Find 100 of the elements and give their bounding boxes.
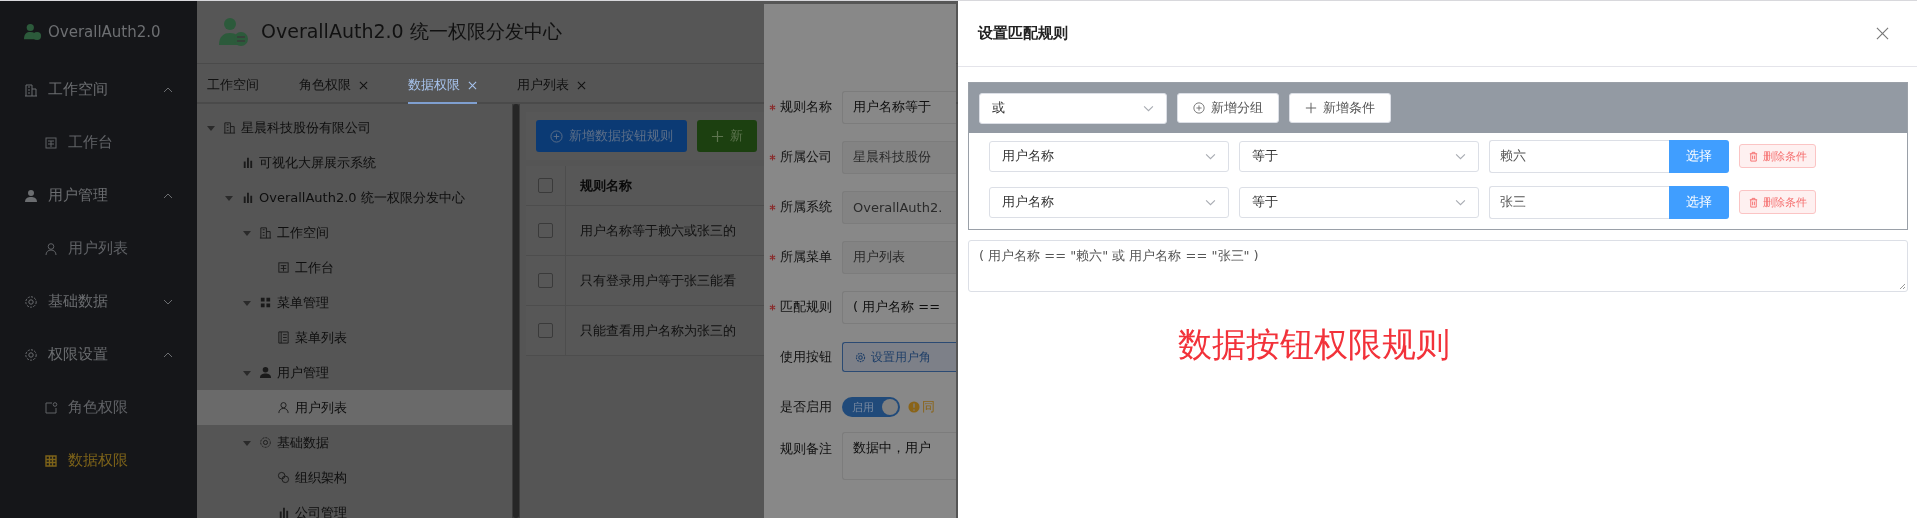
select-button[interactable]: 选择 — [1669, 185, 1729, 219]
checkbox[interactable] — [538, 323, 553, 338]
field-select[interactable]: 用户名称 — [989, 140, 1229, 172]
tree-node[interactable]: 用户管理 — [197, 355, 512, 390]
tree-node[interactable]: 公司管理 — [197, 495, 512, 518]
tree-node[interactable]: 星晨科技股份有限公司 — [197, 110, 512, 145]
delete-condition-button[interactable]: 删除条件 — [1739, 144, 1816, 168]
menu-item[interactable]: 工作台 — [0, 116, 197, 169]
resize-grip-icon[interactable] — [1898, 282, 1906, 290]
value-input[interactable]: 赖六 — [1489, 139, 1669, 173]
gear-icon — [259, 436, 272, 449]
menu-group[interactable]: 工作空间 — [0, 63, 197, 116]
plus-circle-icon — [550, 129, 563, 143]
chart-icon — [277, 506, 290, 518]
column-header: 规则名称 — [579, 176, 632, 195]
operator-select[interactable]: 等于 — [1239, 140, 1479, 172]
toolbar-button[interactable]: 新增数据按钮规则 — [536, 120, 687, 152]
caret-icon — [207, 123, 215, 132]
operator-select[interactable]: 等于 — [1239, 186, 1479, 218]
plus-icon — [711, 129, 724, 143]
checkbox[interactable] — [538, 273, 553, 288]
asterisk-icon — [769, 203, 776, 211]
person-icon — [259, 366, 272, 379]
field-select[interactable]: 用户名称 — [989, 186, 1229, 218]
plus-icon — [1305, 102, 1317, 114]
chevron-down-icon — [1205, 152, 1216, 160]
menu-item[interactable]: 角色权限 — [0, 381, 197, 434]
input-field[interactable]: 用户名称等于 — [842, 90, 956, 124]
select-button[interactable]: 选择 — [1669, 139, 1729, 173]
tree-node[interactable]: 工作台 — [197, 250, 512, 285]
chart-icon — [241, 191, 254, 204]
asterisk-icon — [769, 253, 776, 261]
building-icon — [24, 82, 38, 97]
chevron-down-icon — [1455, 152, 1466, 160]
expression-textarea[interactable]: ( 用户名称 == "赖六" 或 用户名称 == "张三" ) — [968, 240, 1908, 292]
drawer-title: 设置匹配规则 — [978, 24, 1068, 43]
chart-icon — [241, 156, 254, 169]
tree-node[interactable]: 用户列表 — [197, 390, 512, 425]
group-button[interactable]: 新增分组 — [1177, 93, 1279, 123]
gear-icon — [24, 347, 38, 362]
toolbar-button[interactable]: 新 — [697, 120, 757, 152]
tree-node[interactable]: 组织架构 — [197, 460, 512, 495]
tab[interactable]: 角色权限 — [299, 76, 368, 104]
tree-node[interactable]: 菜单管理 — [197, 285, 512, 320]
user-icon — [44, 241, 58, 256]
building-icon — [259, 226, 272, 239]
link-icon — [277, 471, 290, 484]
tree-node[interactable]: 工作空间 — [197, 215, 512, 250]
scrollbar[interactable] — [513, 104, 519, 518]
chevron-down-icon — [1455, 198, 1466, 206]
caret-icon — [243, 368, 251, 377]
tab[interactable]: 用户列表 — [517, 76, 586, 104]
tree-node[interactable]: 基础数据 — [197, 425, 512, 460]
input-field[interactable]: ( 用户名称 == — [842, 290, 956, 324]
field-label: 规则备注 — [779, 440, 833, 458]
textarea-field[interactable]: 数据中，用户 — [842, 432, 956, 480]
menu-item[interactable]: 数据权限 — [0, 434, 197, 487]
tab[interactable]: 工作空间 — [207, 76, 259, 104]
field-label: 是否启用 — [779, 398, 833, 416]
caret-icon — [243, 228, 251, 237]
gear-icon — [24, 294, 38, 309]
tree-node[interactable]: 可视化大屏展示系统 — [197, 145, 512, 180]
toggle-switch[interactable]: 启用 — [842, 397, 900, 417]
chevron-icon — [163, 298, 173, 305]
chevron-icon — [163, 86, 173, 93]
chevron-down-icon — [1143, 104, 1154, 112]
tab-label: 用户列表 — [517, 76, 569, 94]
brand-name: OverallAuth2.0 — [48, 23, 161, 41]
grid-icon — [44, 453, 58, 468]
menu-group[interactable]: 用户管理 — [0, 169, 197, 222]
annotation-text: 数据按钮权限规则 — [1178, 323, 1450, 366]
gear-icon — [855, 351, 866, 363]
tab-label: 工作空间 — [207, 76, 259, 94]
checkbox[interactable] — [538, 178, 553, 193]
menu-item[interactable]: 用户列表 — [0, 222, 197, 275]
close-icon[interactable] — [577, 80, 586, 90]
trash-icon — [1748, 150, 1759, 162]
field-label: 所属菜单 — [764, 248, 842, 266]
asterisk-icon — [769, 103, 776, 111]
button-tag[interactable]: 设置用户角 — [842, 342, 956, 372]
value-input[interactable]: 张三 — [1489, 185, 1669, 219]
person-icon — [24, 188, 38, 203]
app-title: OverallAuth2.0 统一权限分发中心 — [261, 19, 562, 44]
logic-select[interactable]: 或 — [979, 92, 1167, 124]
close-icon[interactable] — [359, 80, 368, 90]
tree-node[interactable]: 菜单列表 — [197, 320, 512, 355]
tab-label: 角色权限 — [299, 76, 351, 94]
field-label: 所属公司 — [764, 148, 842, 166]
close-icon[interactable] — [1876, 27, 1889, 40]
plus-circle-icon — [1193, 102, 1205, 114]
field-label: 规则名称 — [764, 98, 842, 116]
group-button[interactable]: 新增条件 — [1289, 93, 1391, 123]
user-icon — [277, 401, 290, 414]
chevron-icon — [163, 351, 173, 358]
menu-group[interactable]: 基础数据 — [0, 275, 197, 328]
menu-group[interactable]: 权限设置 — [0, 328, 197, 381]
trash-icon — [1748, 196, 1759, 208]
checkbox[interactable] — [538, 223, 553, 238]
grid-icon — [259, 296, 272, 309]
delete-condition-button[interactable]: 删除条件 — [1739, 190, 1816, 214]
